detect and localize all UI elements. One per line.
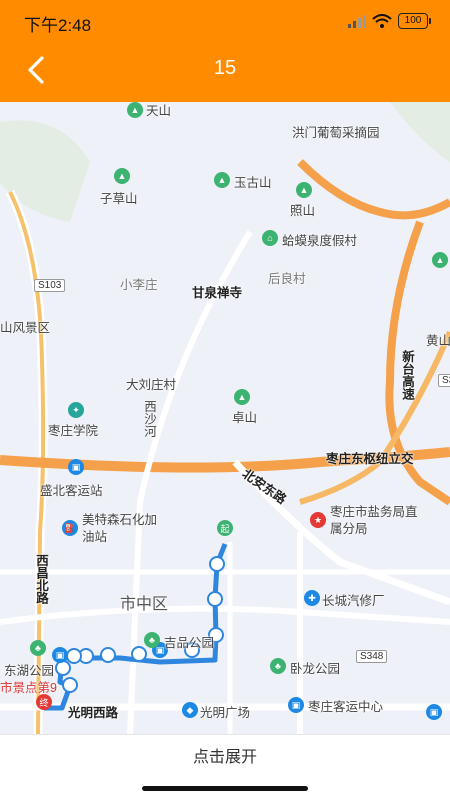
- mountain-icon: ▲: [214, 172, 230, 188]
- map-label: 洪门葡萄采摘园: [292, 126, 380, 140]
- map-label: 大刘庄村: [126, 378, 177, 392]
- bus-stop-icon: ▣: [52, 647, 68, 663]
- route-end-marker[interactable]: 终: [36, 694, 52, 710]
- map-label: 枣庄客运中心: [308, 700, 384, 714]
- map-label: 照山: [290, 204, 316, 218]
- map-label: 市景点第9: [0, 681, 57, 695]
- map-label: 黄山: [426, 334, 450, 348]
- map-label: 枣庄市盐务局直属分局: [330, 505, 418, 536]
- map-label: 卧龙公园: [290, 662, 341, 676]
- mountain-icon: ▲: [432, 252, 448, 268]
- map-label: 长城汽修厂: [322, 594, 385, 608]
- map-label: 山风景区: [0, 321, 51, 335]
- mountain-icon: ▲: [296, 182, 312, 198]
- map-label: 光明西路: [68, 706, 119, 720]
- map-canvas: [0, 102, 450, 734]
- status-time: 下午2:48: [24, 16, 92, 35]
- top-bar: 下午2:48 100 15: [0, 0, 450, 102]
- map-label: 子草山: [100, 192, 138, 206]
- page-title: 15: [213, 57, 237, 79]
- bus-station-icon: ▣: [68, 459, 84, 475]
- map-label: 吉品公园: [164, 636, 215, 650]
- status-icons: 100: [348, 12, 431, 30]
- park-icon: ♣: [30, 640, 46, 656]
- mountain-icon: ▲: [234, 389, 250, 405]
- road-sign: S103: [34, 279, 66, 292]
- map-label: 甘泉禅寺: [192, 286, 243, 300]
- gas-station-icon: ⛽: [62, 520, 78, 536]
- map-label: 小李庄: [120, 278, 158, 292]
- route-map[interactable]: 起 终 ▣ ▣ ▲ ▲ ▲ ▲ ⌂ ▲ ▲ ✦ ▣ ⛽ ★ ✚ ♣ ♣ ♣ ◆ …: [0, 102, 450, 734]
- map-label: 光明广场: [200, 706, 251, 720]
- government-icon: ★: [310, 512, 326, 528]
- wifi-icon: [372, 14, 392, 28]
- map-label: 西沙河: [142, 400, 156, 438]
- map-label: 卓山: [232, 411, 258, 425]
- school-icon: ✦: [68, 402, 84, 418]
- map-label: 盛北客运站: [40, 484, 103, 498]
- map-label: 枣庄东枢纽立交: [326, 452, 414, 466]
- map-label: 西昌北路: [34, 554, 48, 604]
- map-label: 后良村: [268, 272, 306, 286]
- map-label: 枣庄学院: [48, 424, 99, 438]
- route-start-marker[interactable]: 起: [217, 520, 233, 536]
- park-icon: ♣: [270, 658, 286, 674]
- mountain-icon: ▲: [114, 168, 130, 184]
- bus-station-icon: ▣: [426, 704, 442, 720]
- road-sign: S348: [356, 650, 388, 663]
- map-label: 玉古山: [234, 176, 272, 190]
- expand-button[interactable]: 点击展开: [0, 734, 450, 781]
- mountain-icon: ▲: [127, 102, 143, 118]
- signal-icon: [348, 15, 366, 28]
- map-label: 蛤蟆泉度假村: [282, 234, 358, 248]
- status-bar: 下午2:48 100: [0, 0, 450, 40]
- bus-station-icon: ▣: [288, 697, 304, 713]
- battery-icon: 100: [398, 13, 431, 29]
- resort-icon: ⌂: [262, 230, 278, 246]
- map-label: 美特森石化加油站: [82, 513, 158, 544]
- repair-icon: ✚: [304, 590, 320, 606]
- map-label: 市中区: [120, 596, 169, 613]
- park-icon: ♣: [144, 632, 160, 648]
- map-label: 新台高速: [400, 350, 414, 400]
- road-sign: S3: [438, 374, 450, 387]
- plaza-icon: ◆: [182, 702, 198, 718]
- home-indicator: [142, 786, 308, 791]
- map-label: 天山: [146, 104, 172, 118]
